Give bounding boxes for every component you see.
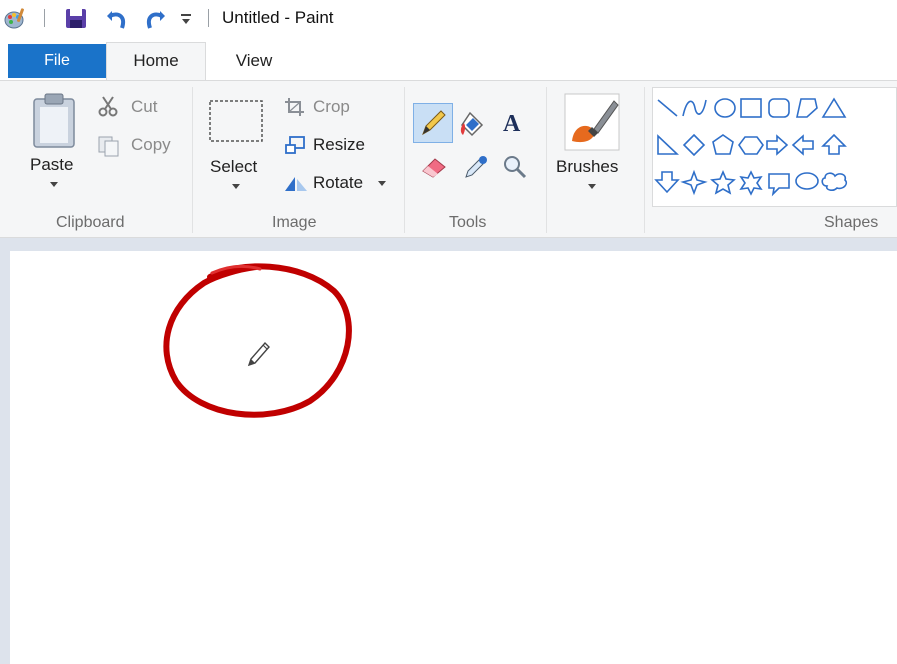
color-picker-icon[interactable] bbox=[462, 153, 490, 186]
crop-icon[interactable] bbox=[284, 97, 306, 122]
drawing-canvas[interactable] bbox=[10, 251, 897, 664]
shapes-gallery-icons[interactable] bbox=[653, 88, 897, 208]
rounded-callout-shape-icon bbox=[768, 173, 790, 197]
text-icon[interactable]: A bbox=[500, 107, 528, 142]
title-bar: Untitled - Paint bbox=[0, 0, 897, 38]
curve-shape-icon bbox=[682, 99, 707, 117]
down-arrow-shape-icon bbox=[654, 171, 680, 194]
shapes-group-label: Shapes bbox=[824, 214, 879, 231]
save-icon[interactable] bbox=[64, 6, 88, 35]
pencil-tool[interactable] bbox=[413, 103, 453, 143]
right-arrow-shape-icon bbox=[766, 134, 789, 156]
group-separator bbox=[404, 87, 405, 233]
group-separator bbox=[546, 87, 547, 233]
rectangle-shape-icon bbox=[740, 98, 762, 118]
shapes-gallery bbox=[652, 87, 897, 207]
tab-home[interactable]: Home bbox=[106, 42, 206, 80]
rotate-icon[interactable] bbox=[283, 173, 309, 198]
tab-view[interactable]: View bbox=[218, 44, 290, 78]
pencil-cursor-icon bbox=[247, 341, 270, 367]
select-button[interactable]: Select bbox=[210, 157, 257, 177]
eraser-icon[interactable] bbox=[419, 155, 449, 184]
clipboard-group-label: Clipboard bbox=[56, 214, 125, 231]
brushes-icon[interactable] bbox=[564, 93, 620, 156]
resize-button[interactable]: Resize bbox=[313, 135, 365, 155]
up-arrow-shape-icon bbox=[821, 133, 847, 155]
triangle-shape-icon bbox=[821, 97, 847, 118]
cut-button[interactable]: Cut bbox=[131, 97, 157, 117]
ribbon-tabs: File Home View bbox=[0, 42, 897, 80]
six-point-star-shape-icon bbox=[739, 170, 763, 196]
brushes-dropdown-arrow[interactable] bbox=[588, 184, 596, 189]
undo-icon[interactable] bbox=[104, 6, 128, 35]
four-point-star-shape-icon bbox=[680, 169, 708, 196]
diamond-shape-icon bbox=[682, 133, 706, 157]
polygon-shape-icon bbox=[796, 98, 818, 118]
paste-dropdown-arrow[interactable] bbox=[50, 182, 58, 187]
copy-button[interactable]: Copy bbox=[131, 135, 171, 155]
qa-separator bbox=[44, 9, 45, 27]
oval-shape-icon bbox=[714, 98, 736, 118]
rotate-dropdown-arrow[interactable] bbox=[378, 181, 386, 186]
select-icon[interactable] bbox=[208, 99, 264, 148]
select-dropdown-arrow[interactable] bbox=[232, 184, 240, 189]
paint-palette-icon[interactable] bbox=[4, 6, 26, 35]
fill-icon[interactable] bbox=[458, 109, 490, 144]
right-triangle-shape-icon bbox=[657, 134, 680, 155]
cloud-callout-shape-icon bbox=[821, 172, 848, 191]
group-separator bbox=[644, 87, 645, 233]
image-group-label: Image bbox=[272, 214, 317, 231]
left-arrow-shape-icon bbox=[791, 134, 814, 156]
line-shape-icon bbox=[657, 99, 678, 117]
svg-text:A: A bbox=[503, 111, 521, 137]
pencil-icon bbox=[422, 110, 446, 136]
tools-group-label: Tools bbox=[449, 214, 487, 231]
five-point-star-shape-icon bbox=[710, 169, 736, 195]
paste-button[interactable]: Paste bbox=[30, 155, 73, 175]
tab-file[interactable]: File bbox=[8, 44, 106, 78]
resize-icon[interactable] bbox=[284, 135, 306, 160]
brushes-button[interactable]: Brushes bbox=[556, 157, 618, 177]
copy-icon[interactable] bbox=[97, 135, 121, 162]
rounded-rectangle-shape-icon bbox=[768, 98, 790, 118]
oval-callout-shape-icon bbox=[795, 172, 819, 190]
cut-icon[interactable] bbox=[98, 95, 118, 122]
crop-button[interactable]: Crop bbox=[313, 97, 350, 117]
rotate-button[interactable]: Rotate bbox=[313, 173, 363, 193]
group-separator bbox=[192, 87, 193, 233]
ribbon: Paste Cut Copy Clipboard Select Crop Res… bbox=[0, 80, 897, 238]
hexagon-shape-icon bbox=[738, 136, 764, 155]
paste-icon[interactable] bbox=[30, 93, 78, 154]
redo-icon[interactable] bbox=[144, 6, 168, 35]
title-separator bbox=[208, 9, 209, 27]
customize-dropdown-icon[interactable] bbox=[180, 12, 192, 31]
pentagon-shape-icon bbox=[712, 134, 734, 155]
window-title: Untitled - Paint bbox=[222, 8, 334, 27]
magnifier-icon[interactable] bbox=[501, 153, 529, 186]
